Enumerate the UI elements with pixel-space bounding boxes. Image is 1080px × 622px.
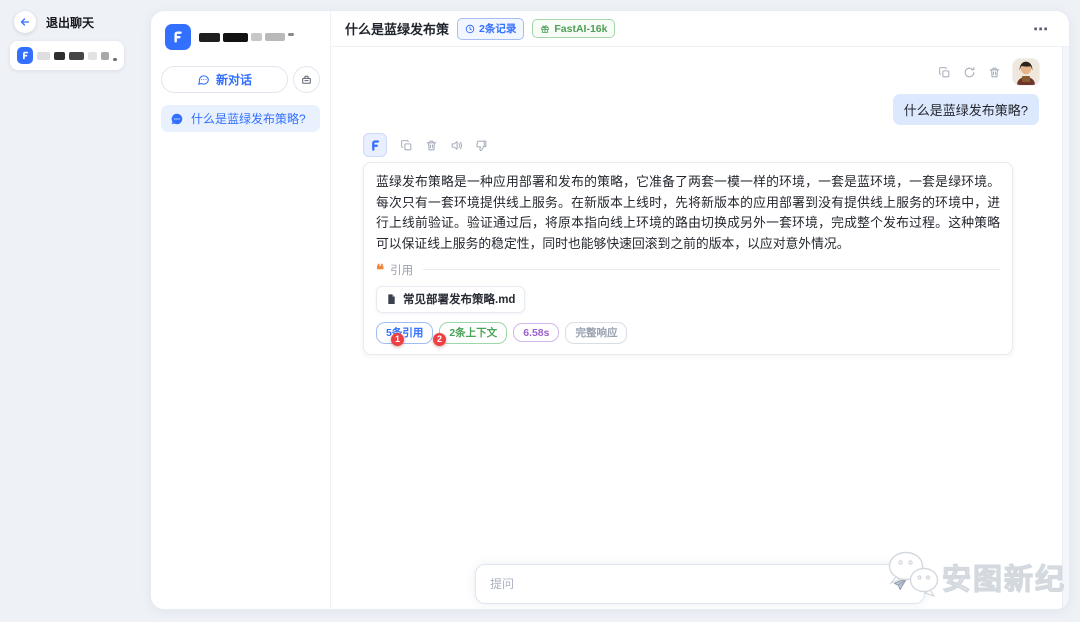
user-avatar[interactable] — [1013, 59, 1039, 85]
trash-icon[interactable] — [986, 64, 1003, 81]
speaker-icon[interactable] — [448, 137, 465, 154]
assistant-message-group: 蓝绿发布策略是一种应用部署和发布的策略，它准备了两套一模一样的环境，一套是蓝环境… — [363, 133, 1013, 355]
citation-file-name: 常见部署发布策略.md — [403, 294, 516, 307]
citations-count-badge[interactable]: 5条引用 — [376, 321, 434, 344]
thumbs-down-icon[interactable] — [473, 137, 490, 154]
chat-panel: 什么是蓝绿发布策 2条记录 FastAI-16k ⋯ 什么是蓝绿发布策略? 蓝绿… — [331, 11, 1069, 609]
clear-history-button[interactable] — [293, 66, 320, 93]
chat-bubble-icon — [198, 75, 209, 85]
model-badge[interactable]: FastAI-16k — [532, 19, 616, 38]
citation-file-chip[interactable]: 常见部署发布策略.md — [376, 285, 526, 313]
exit-chat[interactable]: 退出聊天 — [14, 11, 94, 33]
redacted-text — [53, 51, 66, 60]
chat-menu-button[interactable]: ⋯ — [1033, 20, 1049, 38]
redacted-text — [113, 58, 117, 61]
user-message-bubble[interactable]: 什么是蓝绿发布策略? — [892, 94, 1039, 125]
exit-chat-label: 退出聊天 — [46, 15, 95, 30]
sidebar: 新对话 什么是蓝绿发布策略? — [151, 11, 331, 609]
new-chat-button[interactable]: 新对话 — [161, 66, 288, 93]
chat-window: 新对话 什么是蓝绿发布策略? 什么是蓝绿发布策 2条记录 FastAI-16k … — [150, 10, 1070, 610]
chat-bubble-filled-icon — [171, 113, 183, 124]
redacted-app-name — [199, 32, 294, 42]
redacted-text — [100, 51, 110, 60]
assistant-avatar — [363, 133, 387, 157]
quote-icon: ❝ — [376, 260, 385, 279]
box-icon — [302, 75, 311, 84]
redacted-text — [87, 51, 97, 60]
assistant-message-toolbar — [363, 133, 1013, 157]
duration-badge[interactable]: 6.58s — [513, 323, 560, 343]
divider — [423, 269, 1000, 271]
question-input[interactable] — [490, 577, 890, 591]
annotation-marker-1: 1 — [391, 332, 404, 346]
user-message-group: 什么是蓝绿发布策略? — [892, 59, 1039, 125]
chat-header: 什么是蓝绿发布策 2条记录 FastAI-16k ⋯ — [331, 11, 1069, 47]
response-meta-row: 5条引用 2条上下文 6.58s 完整响应 1 2 — [376, 321, 1000, 346]
full-response-badge[interactable]: 完整响应 — [565, 321, 628, 344]
assistant-message-text: 蓝绿发布策略是一种应用部署和发布的策略，它准备了两套一模一样的环境，一套是蓝环境… — [376, 174, 1000, 252]
quote-label: 引用 — [390, 264, 414, 277]
app-logo-icon — [165, 24, 191, 50]
app-shortcut-card[interactable] — [10, 41, 124, 70]
new-chat-label: 新对话 — [215, 73, 252, 87]
chat-body: 什么是蓝绿发布策略? 蓝绿发布策略是一种应用部署和发布的策略，它准备了两套一模一… — [331, 47, 1069, 609]
trash-icon[interactable] — [423, 137, 440, 154]
records-badge[interactable]: 2条记录 — [457, 17, 525, 40]
back-arrow-icon[interactable] — [14, 11, 36, 33]
history-item-label: 什么是蓝绿发布策略? — [191, 112, 306, 126]
clock-icon — [465, 24, 475, 33]
app-logo-icon — [17, 47, 34, 64]
send-button[interactable] — [890, 574, 910, 594]
user-message-toolbar — [936, 59, 1039, 85]
paper-plane-icon — [893, 577, 907, 590]
app-brand — [161, 24, 320, 50]
scrollbar[interactable] — [1062, 47, 1069, 609]
context-count-badge[interactable]: 2条上下文 — [439, 321, 508, 344]
document-icon — [388, 294, 395, 305]
annotation-marker-2: 2 — [433, 332, 446, 346]
redacted-text — [69, 51, 84, 60]
assistant-message-card: 蓝绿发布策略是一种应用部署和发布的策略，它准备了两套一模一样的环境，一套是蓝环境… — [363, 162, 1013, 355]
copy-icon[interactable] — [398, 137, 415, 154]
composer — [475, 564, 925, 604]
redacted-text — [37, 51, 50, 60]
gift-icon — [541, 24, 550, 33]
refresh-icon[interactable] — [961, 64, 978, 81]
chat-title: 什么是蓝绿发布策 — [345, 22, 450, 37]
quote-section-header: ❝ 引用 — [376, 262, 1000, 278]
sidebar-history-item[interactable]: 什么是蓝绿发布策略? — [161, 105, 320, 132]
copy-icon[interactable] — [936, 64, 953, 81]
